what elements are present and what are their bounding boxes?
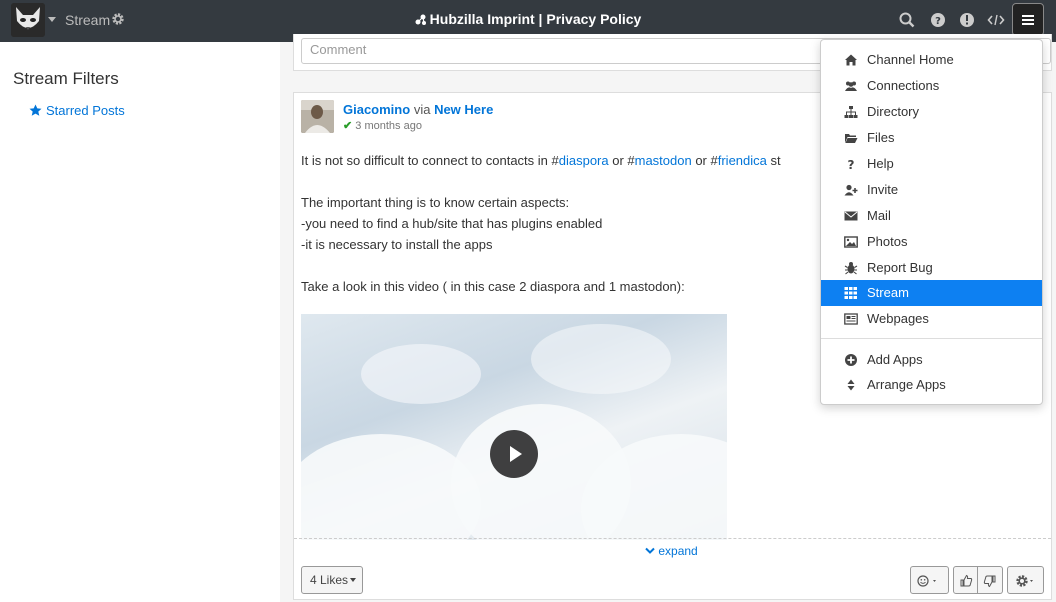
chevron-down-icon — [645, 547, 655, 554]
post-line-2: The important thing is to know certain a… — [301, 195, 570, 210]
author-avatar[interactable] — [301, 100, 334, 133]
tag-mastodon[interactable]: mastodon — [635, 153, 692, 168]
sort-icon — [847, 379, 855, 391]
hubzilla-logo-icon — [415, 14, 426, 25]
menu-item-photos[interactable]: Photos — [821, 229, 1042, 255]
tag-diaspora[interactable]: diaspora — [559, 153, 609, 168]
check-icon: ✔ — [343, 120, 353, 132]
folder-icon — [845, 134, 858, 143]
post-author-line: Giacomino via New Here — [343, 102, 493, 117]
menu-item-report-bug[interactable]: Report Bug — [821, 255, 1042, 281]
menu-item-webpages[interactable]: Webpages — [821, 306, 1042, 332]
dislike-button[interactable] — [978, 566, 1003, 594]
question-icon: ? — [848, 158, 855, 171]
svg-text:?: ? — [848, 158, 855, 171]
play-button[interactable] — [490, 430, 538, 478]
svg-text:?: ? — [935, 16, 941, 27]
starred-posts-label: Starred Posts — [46, 103, 125, 118]
home-icon — [845, 54, 857, 66]
site-title-text: Hubzilla Imprint | Privacy Policy — [429, 11, 642, 27]
plus-circle-icon — [845, 354, 857, 366]
gear-icon — [1016, 575, 1033, 587]
post-line-4: -it is necessary to install the apps — [301, 237, 493, 252]
caret-down-icon — [350, 578, 357, 582]
via-label: via — [413, 102, 431, 117]
menu-divider — [821, 338, 1042, 339]
likes-label: 4 Likes — [310, 573, 349, 587]
post-body: It is not so difficult to connect to con… — [301, 150, 901, 297]
bug-icon — [844, 262, 858, 275]
left-sidebar: Stream Filters Starred Posts — [0, 42, 280, 602]
thumbs-down-icon — [983, 575, 996, 588]
video-player[interactable] — [301, 314, 727, 540]
menu-item-connections[interactable]: Connections — [821, 73, 1042, 99]
author-link[interactable]: Giacomino — [343, 102, 410, 117]
search-icon[interactable] — [898, 11, 916, 29]
menu-item-directory[interactable]: Directory — [821, 99, 1042, 125]
post-time-label: 3 months ago — [355, 120, 422, 132]
menu-item-arrange-apps[interactable]: Arrange Apps — [821, 372, 1042, 398]
menu-item-invite[interactable]: Invite — [821, 177, 1042, 203]
photo-icon — [844, 236, 858, 248]
user-plus-icon — [844, 184, 858, 196]
newspaper-icon — [844, 313, 858, 325]
expand-divider — [294, 538, 1051, 539]
expand-label: expand — [658, 544, 698, 558]
expand-link[interactable]: expand — [645, 544, 698, 558]
menu-item-help[interactable]: ? Help — [821, 151, 1042, 177]
sitemap-icon — [844, 106, 858, 118]
post-line-1: It is not so difficult to connect to con… — [301, 153, 781, 168]
apps-dropdown-menu: Channel Home Connections Directory Files… — [820, 39, 1043, 405]
help-icon[interactable]: ? — [929, 11, 947, 29]
code-icon[interactable] — [987, 11, 1005, 29]
menu-item-stream[interactable]: Stream — [821, 280, 1042, 306]
menu-item-files[interactable]: Files — [821, 125, 1042, 151]
post-line-5: Take a look in this video ( in this case… — [301, 279, 685, 294]
notifications-icon[interactable] — [958, 11, 976, 29]
envelope-icon — [844, 211, 858, 221]
smile-icon — [917, 575, 936, 587]
menu-icon[interactable] — [1012, 3, 1044, 36]
likes-button[interactable]: 4 Likes — [301, 566, 363, 594]
emoji-reaction-button[interactable] — [910, 566, 949, 594]
menu-item-mail[interactable]: Mail — [821, 203, 1042, 229]
post-settings-button[interactable] — [1007, 566, 1044, 594]
post-line-3: -you need to find a hub/site that has pl… — [301, 216, 603, 231]
users-icon — [845, 81, 857, 91]
group-link[interactable]: New Here — [434, 102, 493, 117]
tag-friendica[interactable]: friendica — [718, 153, 767, 168]
post-time: ✔ 3 months ago — [343, 119, 422, 132]
menu-item-add-apps[interactable]: Add Apps — [821, 347, 1042, 373]
like-button[interactable] — [953, 566, 978, 594]
grid-icon — [844, 287, 857, 299]
star-icon — [29, 104, 42, 116]
menu-item-channel-home[interactable]: Channel Home — [821, 47, 1042, 73]
thumbs-up-icon — [960, 574, 973, 587]
stream-filters-title: Stream Filters — [13, 69, 119, 88]
starred-posts-link[interactable]: Starred Posts — [29, 103, 125, 118]
